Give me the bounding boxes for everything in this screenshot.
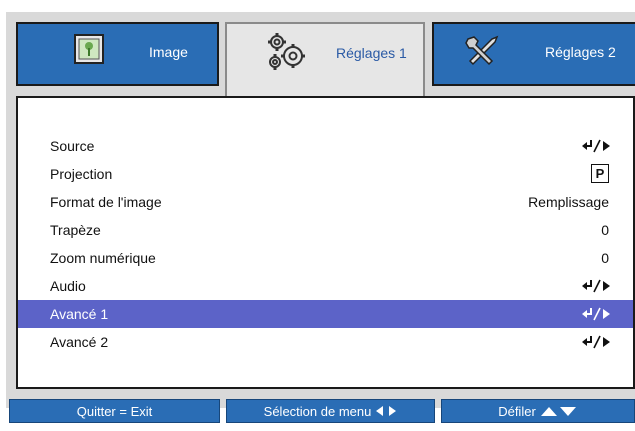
menu-item-label: Audio xyxy=(50,278,86,294)
projection-icon: P xyxy=(591,164,609,183)
enter-arrow-icon xyxy=(582,139,610,153)
menu-item-value: 0 xyxy=(601,222,609,238)
menu-item-label: Trapèze xyxy=(50,222,101,238)
menu-item-trapeze[interactable]: Trapèze 0 xyxy=(18,216,633,244)
menu-select-button[interactable]: Sélection de menu xyxy=(226,399,435,423)
enter-arrow-icon xyxy=(582,307,610,321)
menu-item-zoom-numerique[interactable]: Zoom numérique 0 xyxy=(18,244,633,272)
left-right-arrows-icon xyxy=(376,406,397,416)
tab-image[interactable]: Image xyxy=(16,22,219,86)
menu-item-label: Projection xyxy=(50,166,113,182)
menu-item-source[interactable]: Source xyxy=(18,132,633,160)
tab-reglages-2-label: Réglages 2 xyxy=(545,44,616,60)
up-down-arrows-icon xyxy=(540,407,576,416)
scroll-label: Défiler xyxy=(498,403,536,419)
menu-item-format-image[interactable]: Format de l'image Remplissage xyxy=(18,188,633,216)
menu-item-projection[interactable]: Projection P xyxy=(18,160,633,188)
menu-item-value: 0 xyxy=(601,250,609,266)
tab-image-label: Image xyxy=(149,44,188,60)
gears-icon xyxy=(268,33,305,70)
menu-item-label: Zoom numérique xyxy=(50,250,156,266)
quit-label: Quitter = Exit xyxy=(76,403,153,419)
tab-reglages-2[interactable]: Réglages 2 xyxy=(432,22,635,86)
enter-arrow-icon xyxy=(582,335,610,349)
quit-button[interactable]: Quitter = Exit xyxy=(9,399,220,423)
footer-hint-bar: Quitter = Exit Sélection de menu Défiler xyxy=(9,399,635,423)
menu-item-label: Avancé 1 xyxy=(50,306,109,322)
menu-item-audio[interactable]: Audio xyxy=(18,272,633,300)
osd-menu-frame: Image Réglages 1 Réglages 2 Source Proje… xyxy=(6,12,635,408)
tools-icon xyxy=(465,35,499,66)
menu-select-label: Sélection de menu xyxy=(263,403,372,419)
menu-item-label: Source xyxy=(50,138,95,154)
menu-item-value: Remplissage xyxy=(528,194,609,210)
menu-item-label: Format de l'image xyxy=(50,194,162,210)
scroll-button[interactable]: Défiler xyxy=(441,399,635,423)
tab-reglages-1[interactable]: Réglages 1 xyxy=(225,22,425,98)
image-icon xyxy=(74,34,104,64)
menu-item-label: Avancé 2 xyxy=(50,334,109,350)
tab-reglages-1-label: Réglages 1 xyxy=(336,45,407,61)
menu-panel: Source Projection P Format de l'image Re… xyxy=(16,96,635,389)
menu-item-avance-2[interactable]: Avancé 2 xyxy=(18,328,633,356)
menu-item-avance-1[interactable]: Avancé 1 xyxy=(18,300,633,328)
enter-arrow-icon xyxy=(582,279,610,293)
